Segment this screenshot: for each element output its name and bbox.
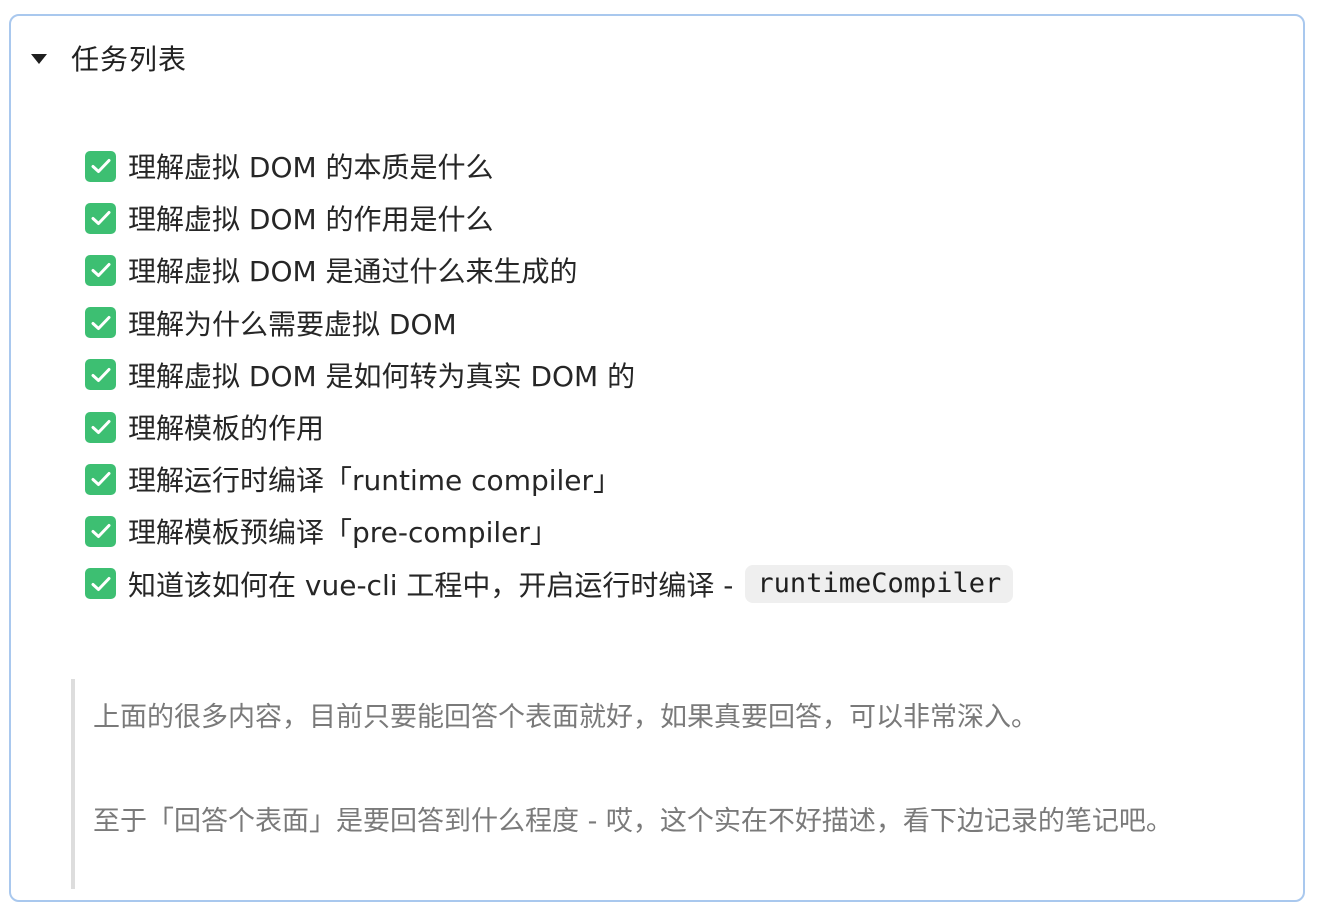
checkbox-checked-icon[interactable] <box>85 202 116 234</box>
task-label: 理解模板的作用 <box>128 412 325 446</box>
checkbox-checked-icon[interactable] <box>85 515 116 547</box>
task-item: 理解运行时编译「runtime compiler」 <box>85 453 1013 505</box>
task-label: 理解为什么需要虚拟 DOM <box>128 307 457 341</box>
checkbox-checked-icon[interactable] <box>85 568 116 600</box>
task-label: 理解虚拟 DOM 的本质是什么 <box>128 151 494 185</box>
caret-down-icon[interactable] <box>31 54 47 64</box>
checkbox-checked-icon[interactable] <box>85 359 116 391</box>
task-item: 理解为什么需要虚拟 DOM <box>85 297 1013 349</box>
details-summary-title: 任务列表 <box>71 43 188 76</box>
checkbox-checked-icon[interactable] <box>85 150 116 182</box>
task-list: 理解虚拟 DOM 的本质是什么 理解虚拟 DOM 的作用是什么 理解虚拟 DOM… <box>85 140 1014 610</box>
task-item: 理解虚拟 DOM 的作用是什么 <box>85 192 1013 244</box>
checkbox-checked-icon[interactable] <box>85 254 116 286</box>
task-item: 知道该如何在 vue-cli 工程中，开启运行时编译 - runtimeComp… <box>85 558 1014 610</box>
task-label: 理解虚拟 DOM 是如何转为真实 DOM 的 <box>128 359 636 393</box>
task-label: 理解虚拟 DOM 的作用是什么 <box>128 203 494 237</box>
task-label: 知道该如何在 vue-cli 工程中，开启运行时编译 - <box>128 568 734 602</box>
task-item: 理解模板预编译「pre-compiler」 <box>85 505 1013 557</box>
quote-paragraph: 上面的很多内容，目前只要能回答个表面就好，如果真要回答，可以非常深入。 <box>93 702 1038 733</box>
task-label: 理解虚拟 DOM 是通过什么来生成的 <box>128 255 578 289</box>
task-label: 理解运行时编译「runtime compiler」 <box>128 464 622 498</box>
task-label: 理解模板预编译「pre-compiler」 <box>128 516 558 550</box>
checkbox-checked-icon[interactable] <box>85 307 116 339</box>
task-item: 理解模板的作用 <box>85 401 1013 453</box>
inline-code: runtimeCompiler <box>745 564 1014 603</box>
details-summary-toggle[interactable]: 任务列表 <box>31 38 187 78</box>
task-list-details: 任务列表 理解虚拟 DOM 的本质是什么 理解虚拟 DOM 的作用是什么 理解虚… <box>9 14 1305 902</box>
task-item: 理解虚拟 DOM 是如何转为真实 DOM 的 <box>85 349 1013 401</box>
checkbox-checked-icon[interactable] <box>85 411 116 443</box>
quote-paragraph: 至于「回答个表面」是要回答到什么程度 - 哎，这个实在不好描述，看下边记录的笔记… <box>93 806 1173 837</box>
blockquote: 上面的很多内容，目前只要能回答个表面就好，如果真要回答，可以非常深入。 至于「回… <box>71 679 1251 889</box>
task-item: 理解虚拟 DOM 是通过什么来生成的 <box>85 244 1013 296</box>
checkbox-checked-icon[interactable] <box>85 463 116 495</box>
task-item: 理解虚拟 DOM 的本质是什么 <box>85 140 1013 192</box>
